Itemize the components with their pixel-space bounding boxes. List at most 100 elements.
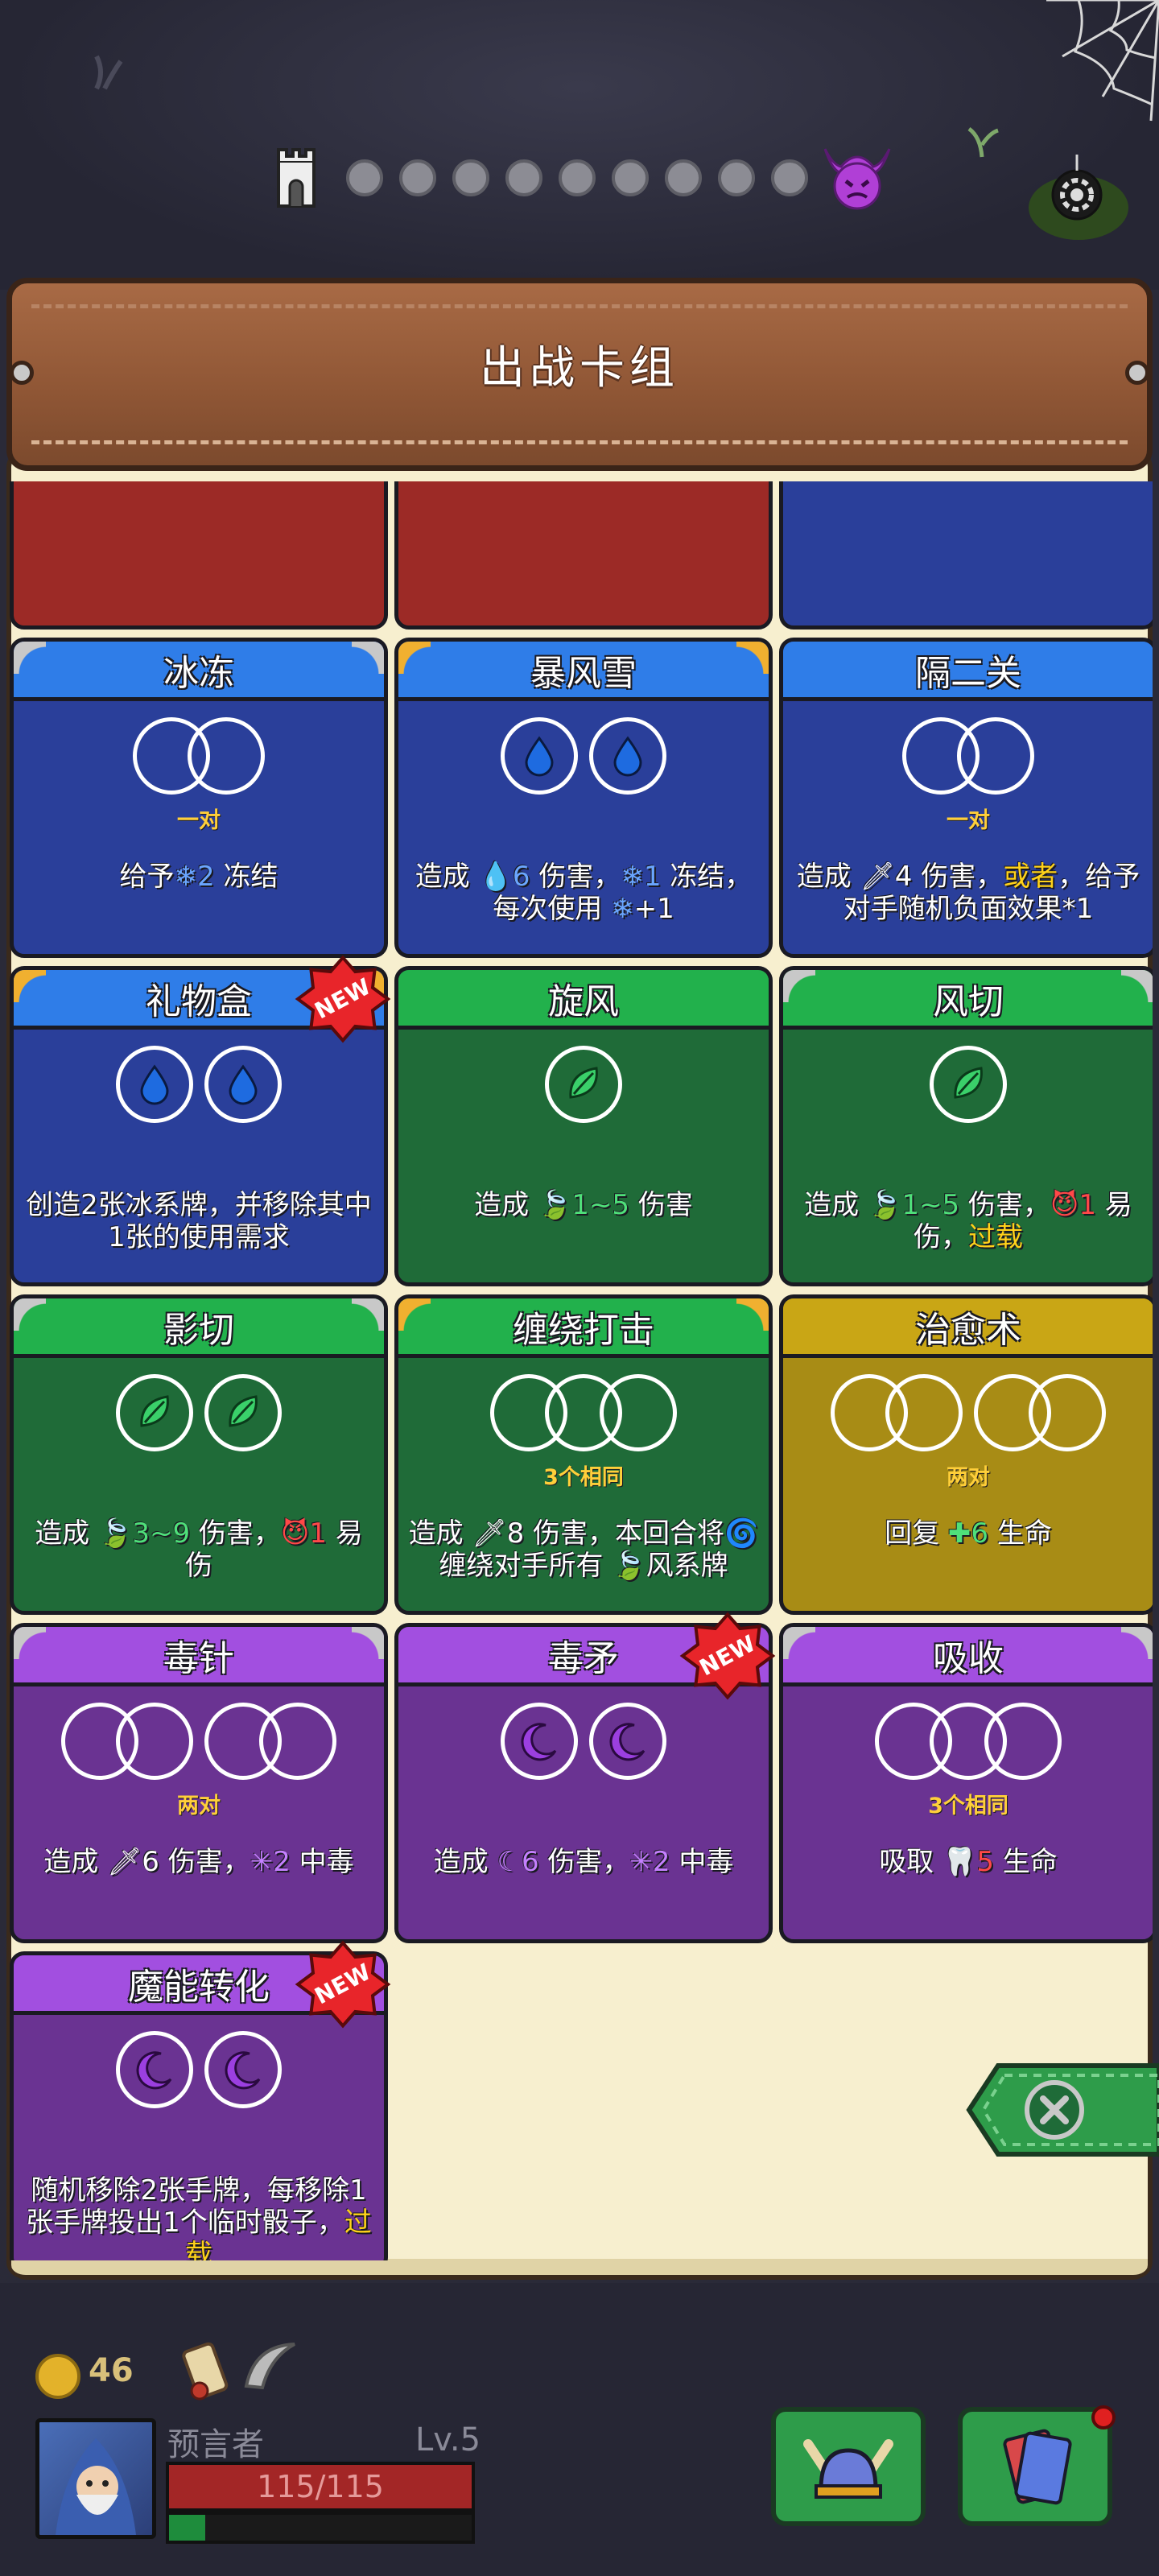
description-segment: 🗡 bbox=[860, 861, 895, 893]
card-title-bar: 吸收 bbox=[783, 1627, 1153, 1686]
deck-card[interactable]: 吸收 3个相同 吸取 🦷5 生命 bbox=[779, 1623, 1153, 1943]
dice-slot-group bbox=[974, 1374, 1106, 1455]
horn-icon[interactable] bbox=[238, 2338, 303, 2394]
wind-leaf-icon bbox=[569, 1067, 598, 1099]
description-segment: 伤害， bbox=[959, 1189, 1050, 1221]
boss-demon-icon bbox=[823, 148, 891, 210]
deck-button[interactable] bbox=[958, 2407, 1112, 2526]
plant-decoration-icon bbox=[967, 126, 999, 158]
dice-slot[interactable] bbox=[501, 1703, 578, 1780]
description-segment: 吸取 bbox=[879, 1846, 942, 1878]
card-corner-ornament bbox=[736, 642, 769, 674]
moon-icon bbox=[609, 1723, 645, 1761]
deck-card[interactable]: 造成 🩸3 伤害 bbox=[10, 481, 388, 630]
deck-card[interactable]: 造成 💧3 伤害 bbox=[779, 481, 1153, 630]
deck-card-grid[interactable]: 造成 🩸3 伤害下回合开始时，额外投出2个临时骰子，过载造成 💧3 伤害冰冻一对… bbox=[6, 481, 1153, 2260]
scroll-icon[interactable] bbox=[179, 2334, 235, 2407]
card-title: 冰冻 bbox=[163, 652, 234, 694]
dice-slot[interactable] bbox=[501, 717, 578, 795]
dice-slots bbox=[783, 1703, 1153, 1783]
avatar[interactable] bbox=[35, 2418, 156, 2539]
settings-gear-icon[interactable] bbox=[1021, 155, 1133, 243]
card-corner-ornament bbox=[352, 642, 384, 674]
dice-slot[interactable] bbox=[589, 1703, 666, 1780]
description-segment: 🍃 bbox=[97, 1517, 133, 1550]
dice-slot[interactable] bbox=[545, 1046, 622, 1123]
deck-card[interactable]: 下回合开始时，额外投出2个临时骰子，过载 bbox=[394, 481, 773, 630]
deck-card[interactable]: 暴风雪 造成 💧6 伤害，❄1 冻结，每次使用 ❄+1 bbox=[394, 638, 773, 958]
card-description: 造成 🗡6 伤害，✳2 中毒 bbox=[22, 1846, 376, 1878]
card-description: 造成 🍃1~5 伤害，😈1 易伤，过载 bbox=[791, 1189, 1145, 1253]
dice-slots bbox=[14, 1046, 384, 1126]
card-title: 影切 bbox=[163, 1309, 234, 1351]
dice-slot[interactable] bbox=[116, 1046, 193, 1123]
dice-slots bbox=[398, 1046, 769, 1126]
deck-card[interactable]: 治愈术 两对 回复 ✚6 生命 bbox=[779, 1294, 1153, 1615]
card-title-bar: 风切 bbox=[783, 970, 1153, 1030]
description-segment: 🗡 bbox=[107, 1846, 142, 1878]
card-description: 创造2张冰系牌，并移除其中1张的使用需求 bbox=[22, 1189, 376, 1253]
dice-slot[interactable] bbox=[204, 1374, 282, 1451]
description-segment: 造成 bbox=[43, 1846, 108, 1878]
deck-card[interactable]: 缠绕打击 3个相同 造成 🗡8 伤害，本回合将🌀 缠绕对手所有 🍃风系牌 bbox=[394, 1294, 773, 1615]
description-segment: 回复 bbox=[885, 1517, 948, 1550]
dice-slot[interactable] bbox=[984, 1703, 1062, 1780]
dice-slot[interactable] bbox=[188, 717, 265, 795]
dice-slots bbox=[398, 1703, 769, 1783]
deck-card[interactable]: 冰冻 一对 给予❄2 冻结 bbox=[10, 638, 388, 958]
dice-slot[interactable] bbox=[204, 1046, 282, 1123]
description-segment: 过载 bbox=[968, 1221, 1023, 1253]
deck-card[interactable]: 旋风 造成 🍃1~5 伤害 bbox=[394, 966, 773, 1286]
dice-slot[interactable] bbox=[885, 1374, 963, 1451]
card-body: 下回合开始时，额外投出2个临时骰子，过载 bbox=[398, 481, 769, 625]
dice-slot[interactable] bbox=[116, 2031, 193, 2108]
card-title-bar: 暴风雪 bbox=[398, 642, 769, 701]
dice-slot-group bbox=[831, 1374, 963, 1455]
description-segment: 生命 bbox=[988, 1517, 1052, 1550]
wind-leaf-icon bbox=[140, 1395, 169, 1427]
card-body: 造成 🍃3~9 伤害，😈1 易伤 bbox=[14, 1358, 384, 1611]
card-corner-ornament bbox=[14, 970, 46, 1002]
description-segment: 2 bbox=[197, 861, 215, 893]
dice-slot[interactable] bbox=[116, 1703, 193, 1780]
card-title: 毒针 bbox=[163, 1637, 234, 1679]
description-segment: 伤害 bbox=[629, 1189, 693, 1221]
card-description: 给予❄2 冻结 bbox=[22, 861, 376, 893]
dice-slot[interactable] bbox=[259, 1703, 336, 1780]
dice-slot[interactable] bbox=[957, 717, 1034, 795]
description-segment: 6 bbox=[521, 1846, 539, 1878]
deck-card[interactable]: 毒针 两对 造成 🗡6 伤害，✳2 中毒 bbox=[10, 1623, 388, 1943]
description-segment: 2 bbox=[652, 1846, 670, 1878]
deck-card[interactable]: 隔二关 一对 造成 🗡4 伤害，或者，给予对手随机负面效果*1 bbox=[779, 638, 1153, 958]
close-button[interactable] bbox=[966, 2058, 1159, 2162]
description-segment: 给予 bbox=[119, 861, 175, 893]
level-node bbox=[346, 159, 383, 196]
water-drop-icon bbox=[140, 1064, 169, 1105]
description-segment: 造成 bbox=[796, 861, 860, 893]
equipment-button[interactable] bbox=[771, 2407, 926, 2526]
dice-slot[interactable] bbox=[1029, 1374, 1106, 1451]
deck-card[interactable]: 风切造成 🍃1~5 伤害，😈1 易伤，过载 bbox=[779, 966, 1153, 1286]
dice-slot-group bbox=[204, 2031, 282, 2112]
card-title: 治愈术 bbox=[915, 1309, 1021, 1351]
card-body: 随机移除2张手牌，每移除1张手牌投出1个临时骰子，过载 bbox=[14, 2015, 384, 2260]
dice-slot[interactable] bbox=[600, 1374, 677, 1451]
dice-slot[interactable] bbox=[930, 1046, 1007, 1123]
level-node bbox=[399, 159, 436, 196]
dice-slot[interactable] bbox=[589, 717, 666, 795]
dice-requirement: 3个相同 bbox=[928, 1794, 1008, 1818]
deck-card[interactable]: 影切造成 🍃3~9 伤害，😈1 易伤 bbox=[10, 1294, 388, 1615]
description-segment: 缠绕对手所有 bbox=[439, 1550, 612, 1582]
moon-icon bbox=[521, 1723, 557, 1761]
description-segment: 6 伤害， bbox=[142, 1846, 250, 1878]
new-badge: NEW bbox=[295, 955, 391, 1043]
dice-slot[interactable] bbox=[204, 2031, 282, 2108]
description-segment: 1 bbox=[643, 861, 662, 893]
description-segment: 🍃 bbox=[537, 1189, 572, 1221]
card-body: 造成 💧3 伤害 bbox=[783, 481, 1153, 625]
description-segment: 生命 bbox=[993, 1846, 1058, 1878]
description-segment: 1 bbox=[1079, 1189, 1096, 1221]
dice-slot[interactable] bbox=[116, 1374, 193, 1451]
description-segment: 5 bbox=[976, 1846, 994, 1878]
experience-bar bbox=[166, 2512, 475, 2544]
